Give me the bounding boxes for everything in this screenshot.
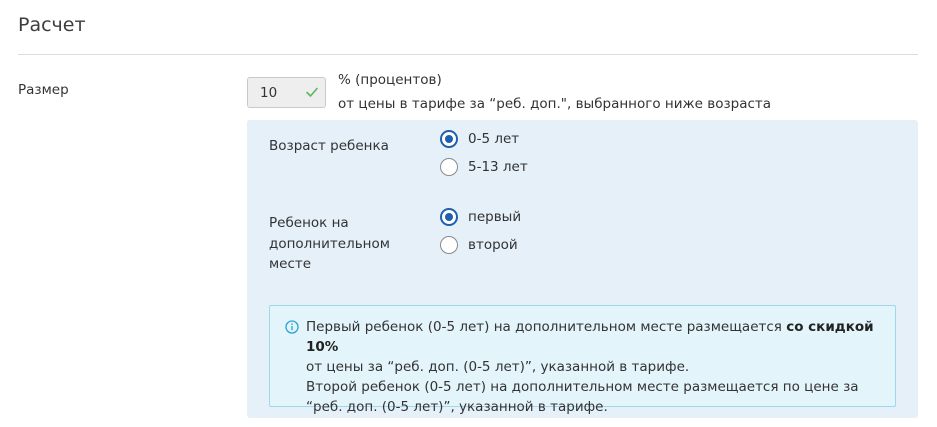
radio-button-checked[interactable] [440,208,458,226]
extra-place-label: Ребенок на дополнительном месте [269,213,390,275]
info-text: Первый ребенок (0-5 лет) на дополнительн… [306,317,886,417]
size-input-value: 10 [260,84,278,101]
calculation-panel: Возраст ребенка 0-5 лет 5-13 лет Ребенок… [247,120,918,418]
info-box: Первый ребенок (0-5 лет) на дополнительн… [269,305,896,415]
section-divider [18,54,918,55]
radio-button[interactable] [440,236,458,254]
check-icon [306,87,318,97]
radio-place-first[interactable]: первый [440,208,521,226]
info-line: от цены за “реб. доп. (0-5 лет)”, указан… [306,359,690,375]
info-text-prefix: Первый ребенок (0-5 лет) на дополнительн… [306,319,787,335]
age-group-label: Возраст ребенка [269,138,389,154]
radio-age-0-5[interactable]: 0-5 лет [440,130,519,148]
radio-label: 5-13 лет [468,159,528,175]
extra-place-label-line: месте [269,256,312,272]
size-label: Размер [18,82,69,98]
info-icon [285,320,299,334]
size-input[interactable]: 10 [247,77,326,108]
radio-button-checked[interactable] [440,130,458,148]
info-line: Первый ребенок (0-5 лет) на дополнительн… [306,317,886,357]
size-description: от цены в тарифе за “реб. доп.", выбранн… [338,96,772,112]
radio-label: первый [468,209,522,225]
radio-age-5-13[interactable]: 5-13 лет [440,158,528,176]
extra-place-label-line: дополнительном [269,235,390,252]
size-unit: % (процентов) [338,72,442,88]
section-title: Расчет [18,14,86,36]
radio-label: 0-5 лет [468,131,520,147]
radio-button[interactable] [440,158,458,176]
radio-label: второй [468,237,518,253]
extra-place-label-line: Ребенок на [269,215,349,231]
radio-place-second[interactable]: второй [440,236,518,254]
info-line: Второй ребенок (0-5 лет) на дополнительн… [306,379,859,415]
